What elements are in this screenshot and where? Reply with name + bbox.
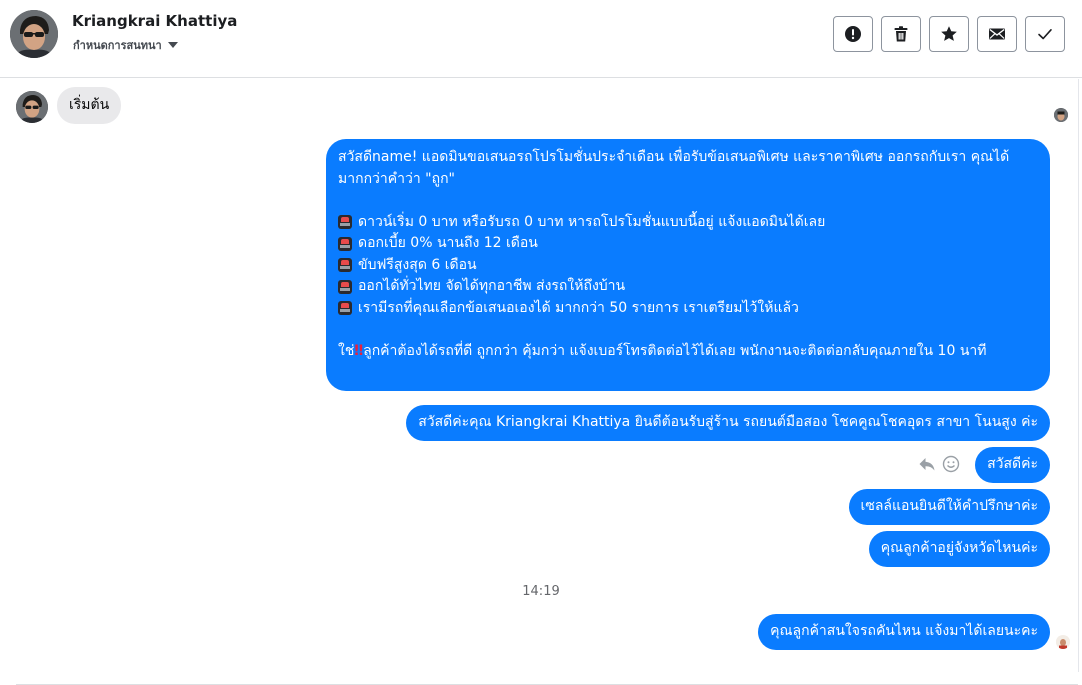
contact-avatar[interactable]: [10, 10, 58, 58]
seen-avatar: [1056, 635, 1070, 649]
conversation-schedule-label: กำหนดการสนทนา: [73, 39, 162, 52]
checkmark-icon: [1038, 29, 1052, 40]
hello-message[interactable]: สวัสดีค่ะ: [975, 447, 1050, 483]
exclamation-circle-icon: [845, 26, 861, 42]
reply-icon[interactable]: [918, 455, 936, 473]
car-interest-message[interactable]: คุณลูกค้าสนใจรถคันไหน แจ้งมาได้เลยนะคะ: [758, 614, 1050, 650]
promo-bullet: ออกได้ทั่วไทย จัดได้ทุกอาชีพ ส่งรถให้ถึง…: [338, 276, 1038, 298]
star-icon: [941, 26, 957, 41]
car-icon: [338, 215, 352, 230]
caret-down-icon: [167, 42, 178, 48]
message-timestamp: 14:19: [522, 584, 560, 599]
star-button[interactable]: [929, 16, 969, 52]
start-message[interactable]: เริ่มต้น: [57, 87, 122, 124]
consult-message[interactable]: เซลล์แอนยินดีให้คำปรึกษาค่ะ: [848, 489, 1050, 525]
promo-bullet: ดอกเบี้ย 0% นานถึง 12 เดือน: [338, 233, 1038, 255]
seen-photo: [1054, 109, 1068, 122]
province-question-message[interactable]: คุณลูกค้าอยู่จังหวัดไหนค่ะ: [868, 531, 1050, 567]
promo-closing: ใช่‼ลูกค้าต้องได้รถที่ดี ถูกกว่า คุ้มกว่…: [338, 342, 987, 359]
delete-button[interactable]: [881, 16, 921, 52]
promo-bullet: เรามีรถที่คุณเลือกข้อเสนอเองได้ มากกว่า …: [338, 298, 1038, 320]
customer-avatar[interactable]: [16, 91, 48, 123]
trash-icon: [894, 26, 908, 42]
seen-avatar: [1054, 108, 1068, 122]
welcome-message[interactable]: สวัสดีค่ะคุณ Kriangkrai Khattiya ยินดีต้…: [406, 405, 1050, 441]
customer-photo: [16, 91, 48, 123]
seen-photo: [1056, 636, 1070, 649]
mark-spam-button[interactable]: [833, 16, 873, 52]
promo-bullet: ดาวน์เริ่ม 0 บาท หรือรับรถ 0 บาท หารถโปร…: [338, 212, 1038, 234]
double-exclamation-icon: ‼: [354, 342, 364, 359]
promo-message[interactable]: สวัสดีname! แอดมินขอเสนอรถโปรโมชั่นประจำ…: [326, 139, 1050, 391]
envelope-icon: [989, 28, 1005, 40]
conversation-header: Kriangkrai Khattiya กำหนดการสนทนา: [0, 0, 1082, 78]
mark-done-button[interactable]: [1025, 16, 1065, 52]
contact-name[interactable]: Kriangkrai Khattiya: [72, 12, 237, 30]
promo-bullet: ขับฟรีสูงสุด 6 เดือน: [338, 255, 1038, 277]
car-icon: [338, 301, 352, 316]
conversation-window: Kriangkrai Khattiya กำหนดการสนทนา เริ่มต…: [0, 0, 1082, 685]
message-thread[interactable]: เริ่มต้น สวัสดีname! แอดมินขอเสนอรถโปรโม…: [0, 79, 1082, 685]
car-icon: [338, 279, 352, 294]
car-icon: [338, 236, 352, 251]
mark-unread-button[interactable]: [977, 16, 1017, 52]
message-actions: [918, 455, 960, 473]
promo-greeting: สวัสดีname! แอดมินขอเสนอรถโปรโมชั่นประจำ…: [338, 149, 1010, 187]
car-icon: [338, 258, 352, 273]
conversation-schedule-dropdown[interactable]: กำหนดการสนทนา: [73, 36, 178, 54]
contact-photo: [10, 10, 58, 58]
reaction-icon[interactable]: [942, 455, 960, 473]
